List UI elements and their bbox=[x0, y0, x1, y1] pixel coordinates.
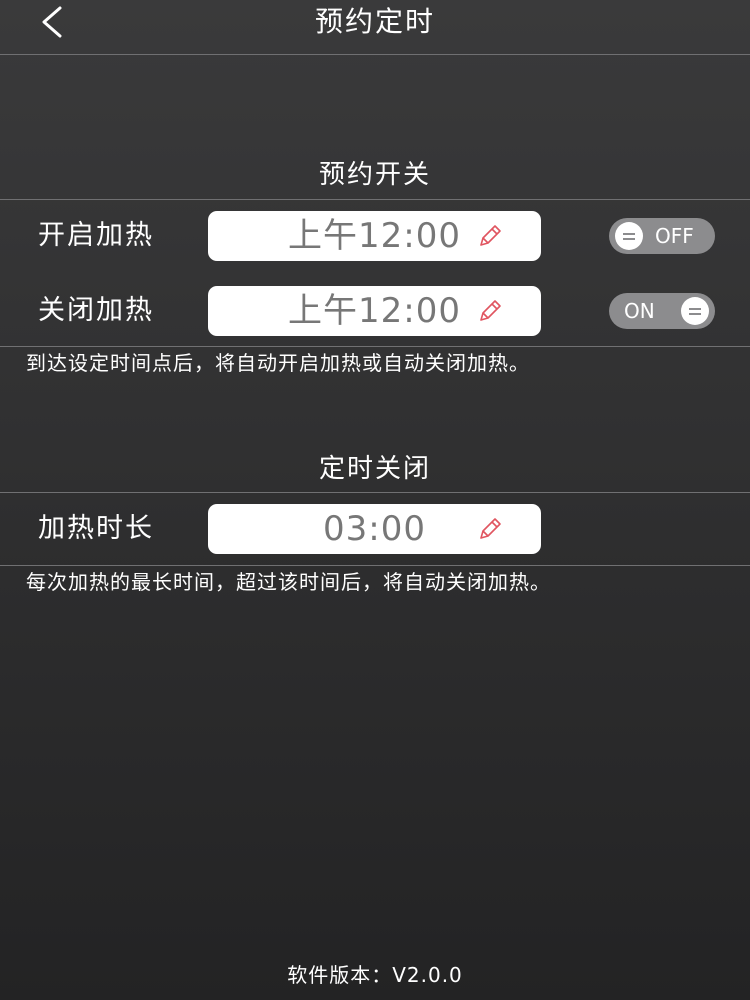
page-title: 预约定时 bbox=[314, 5, 435, 38]
timer-section-title: 定时关闭 bbox=[318, 454, 431, 484]
pencil-icon bbox=[476, 297, 504, 325]
software-version: 软件版本：V2.0.0 bbox=[287, 963, 463, 987]
schedule-bottom-divider bbox=[0, 346, 750, 347]
heat-off-toggle[interactable]: ON bbox=[609, 293, 715, 329]
schedule-top-divider bbox=[0, 199, 750, 200]
heat-duration-label: 加热时长 bbox=[38, 513, 154, 544]
timer-top-divider bbox=[0, 492, 750, 493]
pencil-icon bbox=[476, 515, 504, 543]
header-divider bbox=[0, 54, 750, 55]
toggle-knob bbox=[615, 222, 643, 250]
timer-note: 每次加热的最长时间，超过该时间后，将自动关闭加热。 bbox=[26, 570, 551, 594]
schedule-note: 到达设定时间点后，将自动开启加热或自动关闭加热。 bbox=[26, 351, 530, 375]
heat-on-toggle[interactable]: OFF bbox=[609, 218, 715, 254]
timer-bottom-divider bbox=[0, 565, 750, 566]
heat-off-label: 关闭加热 bbox=[38, 295, 154, 326]
heat-on-label: 开启加热 bbox=[38, 220, 154, 251]
heat-off-time-field[interactable]: 上午12:00 bbox=[208, 286, 541, 336]
toggle-knob bbox=[681, 297, 709, 325]
schedule-section-title: 预约开关 bbox=[318, 160, 431, 190]
toggle-state-label: ON bbox=[624, 299, 655, 323]
pencil-icon bbox=[476, 222, 504, 250]
heat-on-time-field[interactable]: 上午12:00 bbox=[208, 211, 541, 261]
toggle-state-label: OFF bbox=[655, 224, 694, 248]
heat-duration-field[interactable]: 03:00 bbox=[208, 504, 541, 554]
